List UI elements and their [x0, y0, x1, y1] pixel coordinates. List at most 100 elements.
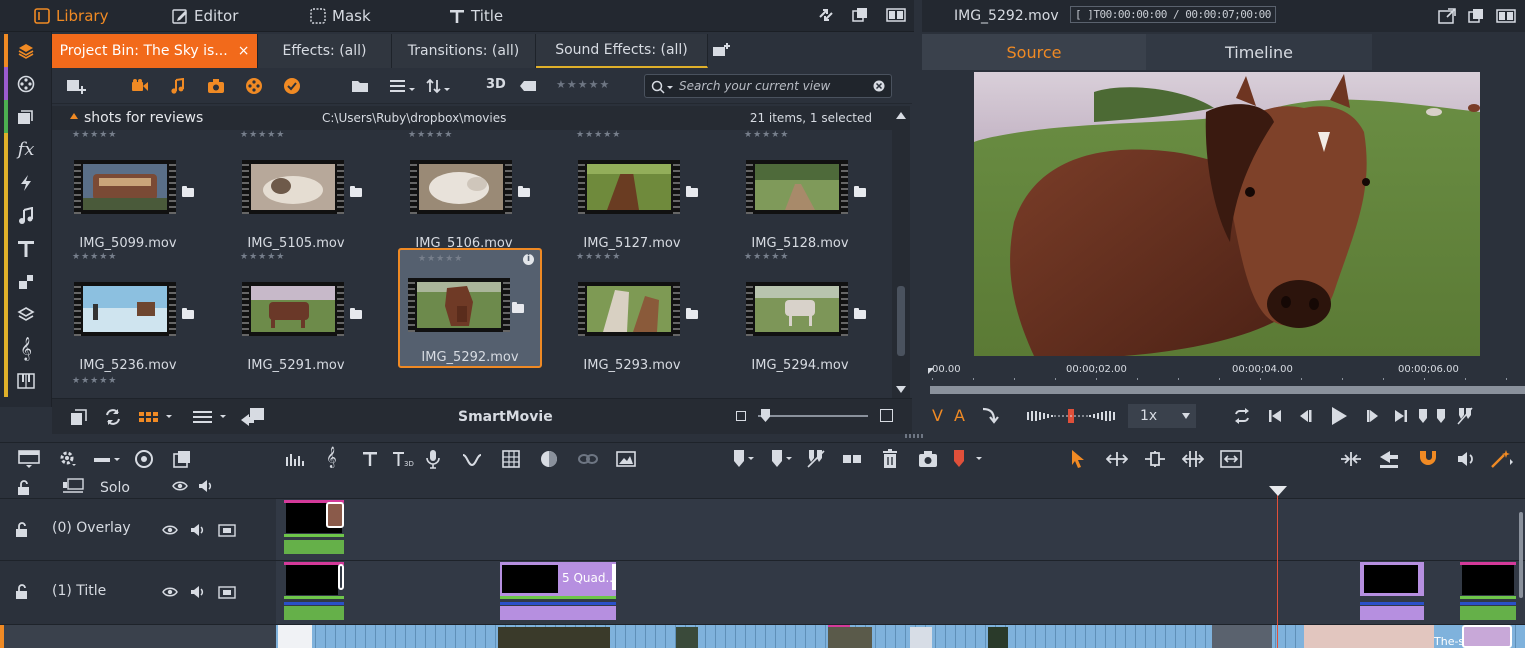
color-correction-icon[interactable]	[540, 450, 558, 468]
zoom-small-icon[interactable]	[736, 411, 746, 421]
media-item[interactable]: IMG_5128.mov	[728, 138, 872, 258]
add-tab-button[interactable]	[712, 42, 732, 58]
filter-video-button[interactable]	[130, 76, 150, 96]
rail-music[interactable]	[0, 199, 52, 232]
split-clip-icon[interactable]	[842, 451, 862, 467]
video-toggle[interactable]: V	[932, 406, 943, 425]
thumbnail-view-icon[interactable]	[138, 409, 174, 425]
title-clip[interactable]	[1360, 562, 1424, 622]
play-icon[interactable]	[1330, 406, 1348, 426]
slide-tool-icon[interactable]	[1182, 450, 1204, 468]
unlock-icon[interactable]	[14, 584, 30, 600]
media-item[interactable]: IMG_5105.mov	[224, 138, 368, 258]
magnet-snap-icon[interactable]	[1416, 449, 1438, 469]
menu-editor-tab[interactable]: Editor	[172, 0, 238, 32]
multicam-grid-icon[interactable]	[502, 450, 520, 468]
audio-scrub-icon[interactable]	[1456, 449, 1478, 469]
go-to-start-icon[interactable]	[1268, 409, 1282, 423]
selection-arrow-icon[interactable]	[1070, 449, 1086, 469]
smartmovie-button[interactable]: SmartMovie	[458, 409, 553, 425]
rail-disc-collections[interactable]	[0, 67, 52, 100]
dual-panel-icon[interactable]	[886, 7, 906, 23]
ripple-icon[interactable]	[1340, 451, 1362, 467]
tab-transitions[interactable]: Transitions: (all)	[392, 34, 536, 68]
filter-used-button[interactable]	[282, 76, 302, 96]
panel-splitter[interactable]	[905, 434, 925, 438]
step-forward-icon[interactable]	[1366, 409, 1380, 423]
unlock-icon[interactable]	[16, 480, 32, 496]
speed-select[interactable]: 1x	[1128, 404, 1196, 428]
gear-icon[interactable]	[58, 449, 78, 469]
add-marker-icon[interactable]	[732, 449, 756, 469]
swap-arrows-icon[interactable]	[818, 7, 834, 23]
search-input[interactable]	[679, 77, 869, 95]
loop-icon[interactable]	[1232, 408, 1252, 424]
source-ruler[interactable]: 00.00 00:00;02.00 00:00;04.00 00:00;06.0…	[922, 360, 1525, 398]
clip-rating[interactable]: ★★★★★	[72, 376, 117, 386]
link-icon[interactable]	[578, 451, 598, 467]
rail-overlays[interactable]	[0, 298, 52, 331]
title-clip[interactable]: 5 Quad..	[500, 562, 616, 622]
clip-rating[interactable]: ★★★★★	[418, 254, 463, 264]
zoom-slider-handle[interactable]	[761, 409, 770, 422]
tab-timeline[interactable]: Timeline	[1146, 34, 1372, 70]
playhead-handle-icon[interactable]	[1269, 486, 1287, 496]
speaker-icon[interactable]	[190, 584, 206, 600]
clip-trim-handle[interactable]	[326, 502, 344, 528]
rail-scorefitter[interactable]: 𝄞	[0, 331, 52, 364]
tab-source[interactable]: Source	[922, 34, 1146, 70]
menu-library-tab[interactable]: Library	[34, 0, 108, 32]
tab-effects[interactable]: Effects: (all)	[258, 34, 392, 68]
title-t-icon[interactable]	[362, 451, 378, 467]
magic-wand-icon[interactable]	[1490, 449, 1514, 469]
main-video-track-clips[interactable]: The-sky-is-	[276, 625, 1525, 648]
timeline-playhead[interactable]	[1277, 486, 1278, 648]
rail-media[interactable]	[0, 100, 52, 133]
track-height-icon[interactable]	[92, 451, 122, 467]
insert-mode-icon[interactable]	[1378, 449, 1400, 469]
track-preview-icon[interactable]	[218, 584, 236, 600]
scroll-thumb[interactable]	[897, 286, 905, 356]
marker-color-select[interactable]	[950, 449, 990, 469]
main-track-header[interactable]	[0, 625, 276, 648]
3d-filter-button[interactable]: 3D	[486, 77, 506, 92]
menu-title-tab[interactable]: Title	[449, 0, 503, 32]
snapshot-camera-icon[interactable]	[918, 450, 938, 468]
details-view-icon[interactable]	[192, 409, 228, 425]
media-item[interactable]: IMG_5291.mov	[224, 260, 368, 380]
tab-sound-effects[interactable]: Sound Effects: (all)	[536, 34, 708, 68]
rail-montage[interactable]	[0, 265, 52, 298]
fit-timeline-icon[interactable]	[1220, 450, 1242, 468]
title-3d-icon[interactable]: 3D	[392, 451, 414, 467]
scrub-bar[interactable]	[930, 386, 1525, 394]
rail-project-bins[interactable]	[0, 34, 52, 67]
go-to-end-icon[interactable]	[1394, 409, 1408, 423]
refresh-icon[interactable]	[104, 408, 122, 426]
library-scrollbar[interactable]	[892, 106, 910, 398]
tag-filter-button[interactable]	[518, 76, 538, 96]
clear-marks-icon[interactable]	[1456, 407, 1474, 425]
track-monitor-icon[interactable]	[62, 478, 84, 494]
dual-preview-icon[interactable]	[1496, 8, 1516, 24]
clear-search-icon[interactable]	[873, 80, 885, 92]
step-back-icon[interactable]	[1298, 409, 1312, 423]
delete-markers-icon[interactable]	[806, 449, 826, 469]
audio-mixer-icon[interactable]	[284, 451, 304, 467]
search-box[interactable]	[644, 74, 892, 98]
timeline-vertical-scrollbar[interactable]	[1519, 512, 1523, 598]
restore-window-icon[interactable]	[852, 7, 868, 23]
send-clip-arrow-icon[interactable]	[980, 406, 1000, 426]
title-clip[interactable]	[284, 562, 344, 622]
media-item[interactable]: IMG_5099.mov	[56, 138, 200, 258]
track-preview-icon[interactable]	[218, 522, 236, 538]
clip-trim-handle[interactable]	[338, 564, 344, 590]
microphone-icon[interactable]	[426, 449, 440, 469]
media-item[interactable]: IMG_5106.mov	[392, 138, 536, 258]
speaker-icon[interactable]	[198, 478, 214, 494]
image-edit-icon[interactable]	[616, 450, 636, 468]
rail-sound-effects[interactable]	[0, 364, 52, 397]
track-name[interactable]: (0) Overlay	[52, 520, 131, 536]
overlay-clip[interactable]	[284, 500, 344, 558]
eye-icon[interactable]	[172, 480, 188, 492]
trash-icon[interactable]	[882, 449, 898, 469]
